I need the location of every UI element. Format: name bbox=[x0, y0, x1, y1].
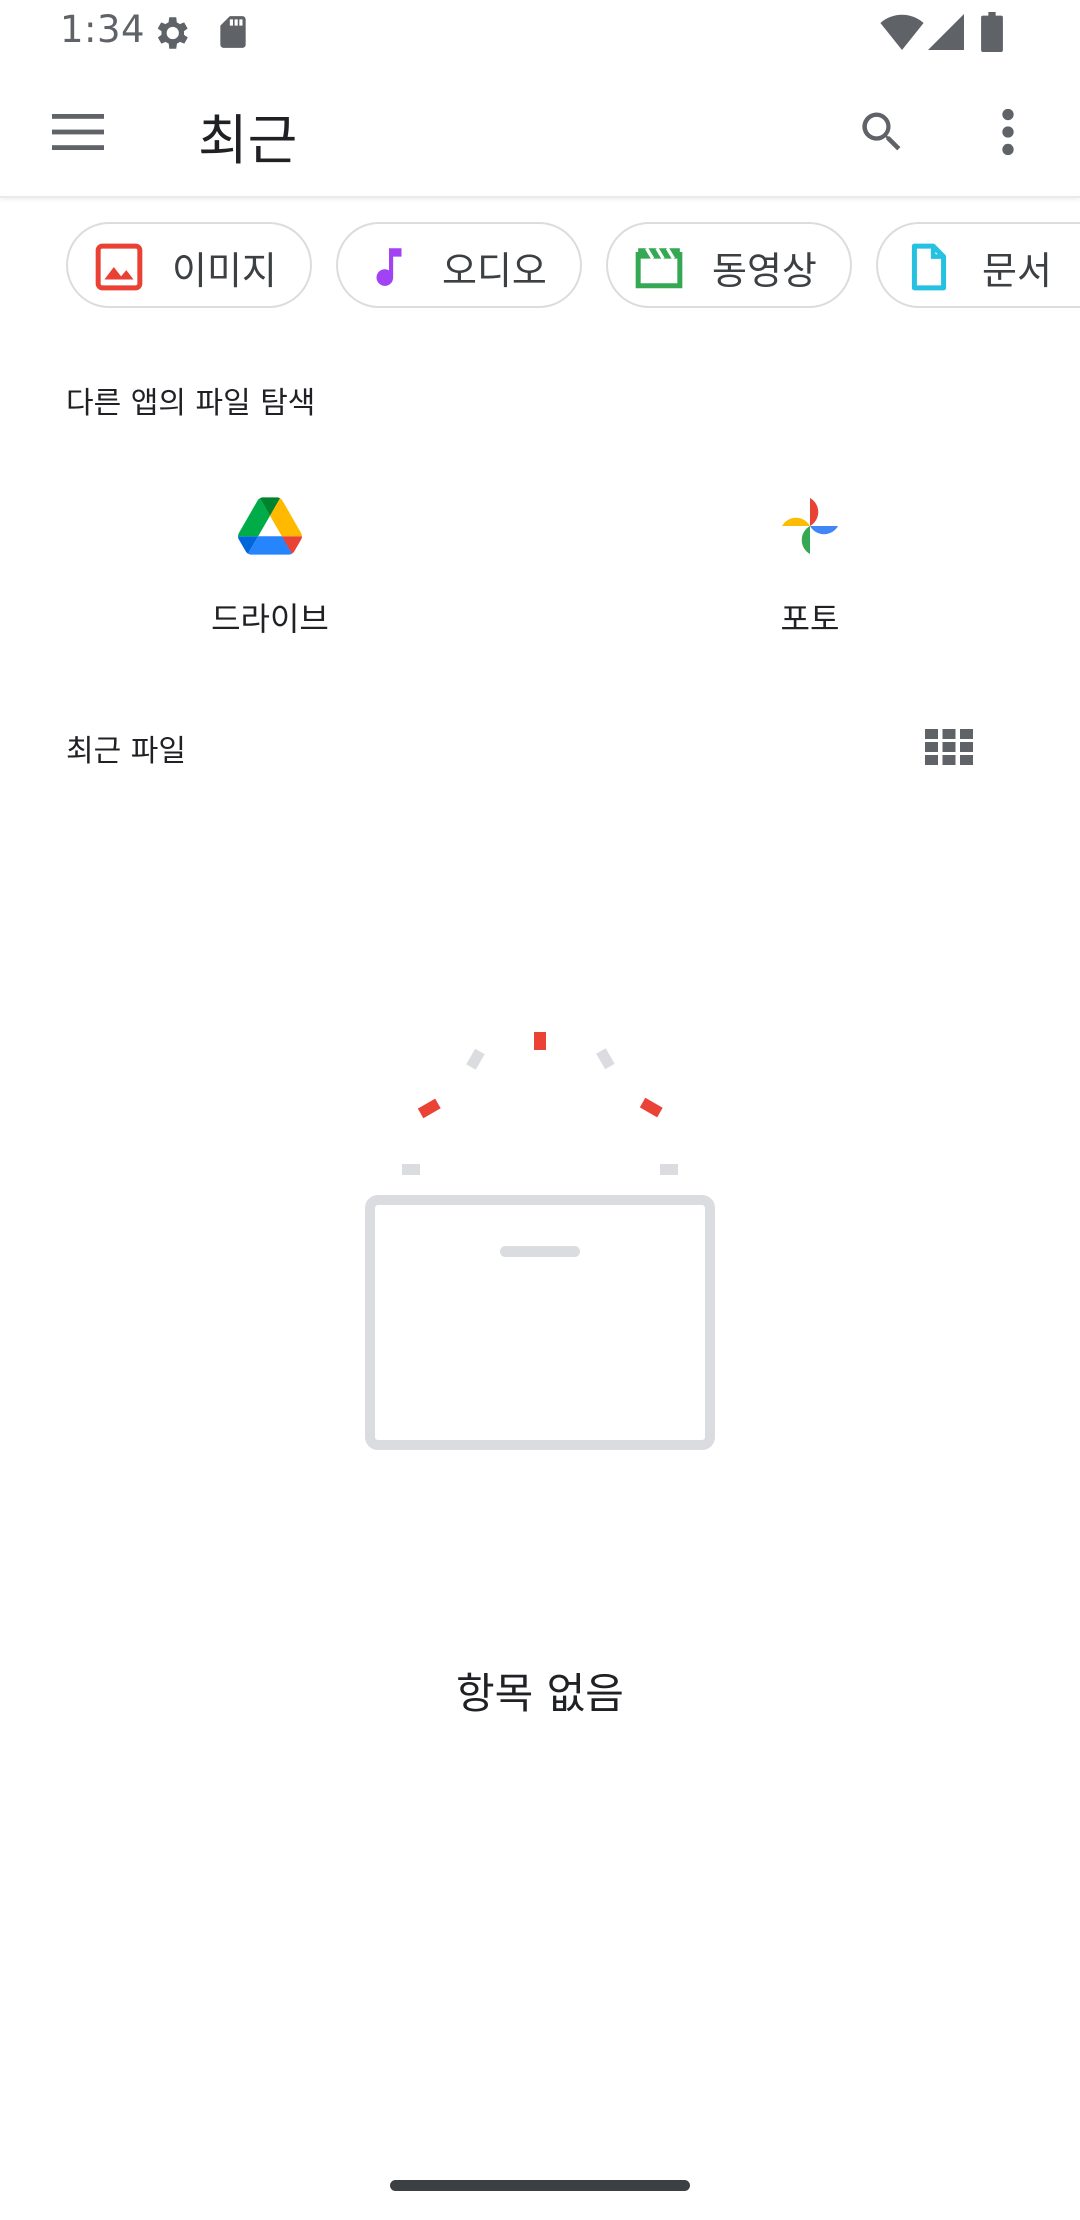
more-options-button[interactable] bbox=[972, 92, 1044, 172]
app-label: 드라이브 bbox=[211, 600, 329, 638]
google-drive-shortcut[interactable]: 드라이브 bbox=[120, 494, 420, 674]
search-icon bbox=[862, 112, 901, 151]
more-vert-icon bbox=[1002, 108, 1014, 156]
chip-label: 동영상 bbox=[712, 249, 817, 293]
file-type-filter-chips: 이미지 오디오 동영상 문서 bbox=[0, 222, 1080, 310]
google-photos-icon bbox=[782, 498, 838, 554]
search-button[interactable] bbox=[846, 92, 918, 172]
google-photos-shortcut[interactable]: 포토 bbox=[660, 494, 960, 674]
empty-box-illustration bbox=[365, 1032, 715, 1450]
chip-label: 이미지 bbox=[172, 249, 277, 293]
chip-documents[interactable]: 문서 bbox=[876, 222, 1080, 308]
chip-videos[interactable]: 동영상 bbox=[606, 222, 852, 308]
page-title: 최근 bbox=[198, 109, 298, 172]
chip-label: 오디오 bbox=[442, 249, 547, 293]
chip-audio[interactable]: 오디오 bbox=[336, 222, 582, 308]
gesture-home-indicator[interactable] bbox=[390, 2180, 690, 2191]
hamburger-menu-icon bbox=[52, 114, 104, 150]
battery-icon bbox=[981, 12, 1003, 52]
google-drive-icon bbox=[238, 497, 302, 555]
other-apps-section-title: 다른 앱의 파일 탐색 bbox=[66, 386, 316, 421]
recent-files-screen: 1:34 최근 이미지 오디오 동영상 문서 다른 앱의 파일 탐색 드라이브 … bbox=[0, 0, 1080, 2220]
navigation-menu-button[interactable] bbox=[42, 92, 114, 172]
status-bar: 1:34 bbox=[0, 0, 1080, 66]
sd-card-icon bbox=[220, 16, 246, 48]
cellular-signal-icon bbox=[928, 14, 964, 50]
chip-images[interactable]: 이미지 bbox=[66, 222, 312, 308]
video-clapper-icon bbox=[635, 247, 683, 289]
image-icon bbox=[95, 243, 143, 291]
wifi-icon bbox=[880, 14, 924, 50]
recent-files-section-title: 최근 파일 bbox=[66, 734, 186, 769]
music-note-icon bbox=[376, 248, 402, 286]
top-app-bar: 최근 bbox=[0, 66, 1080, 198]
document-icon bbox=[911, 243, 947, 291]
grid-view-icon bbox=[925, 729, 973, 765]
empty-state-text: 항목 없음 bbox=[456, 1669, 624, 1718]
settings-gear-icon bbox=[157, 17, 188, 49]
chip-label: 문서 bbox=[982, 249, 1052, 293]
status-time: 1:34 bbox=[60, 8, 146, 51]
app-label: 포토 bbox=[780, 600, 840, 638]
grid-view-toggle-button[interactable] bbox=[918, 716, 980, 778]
